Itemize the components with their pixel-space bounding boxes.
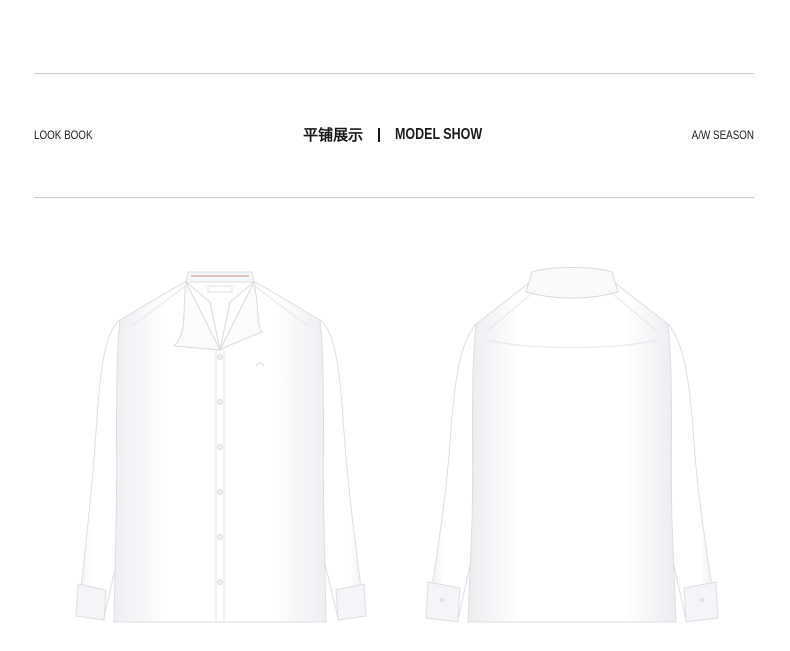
- shirt-front-icon: [75, 271, 367, 623]
- section-title-en: MODEL SHOW: [395, 125, 483, 143]
- top-divider: [34, 73, 754, 74]
- section-title: 平铺展示 MODEL SHOW: [0, 124, 790, 145]
- title-separator: [378, 127, 381, 142]
- bottom-divider: [34, 197, 754, 198]
- season-label: A/W SEASON: [691, 128, 754, 142]
- shirt-back-icon: [425, 267, 719, 623]
- section-title-cn: 平铺展示: [303, 126, 364, 144]
